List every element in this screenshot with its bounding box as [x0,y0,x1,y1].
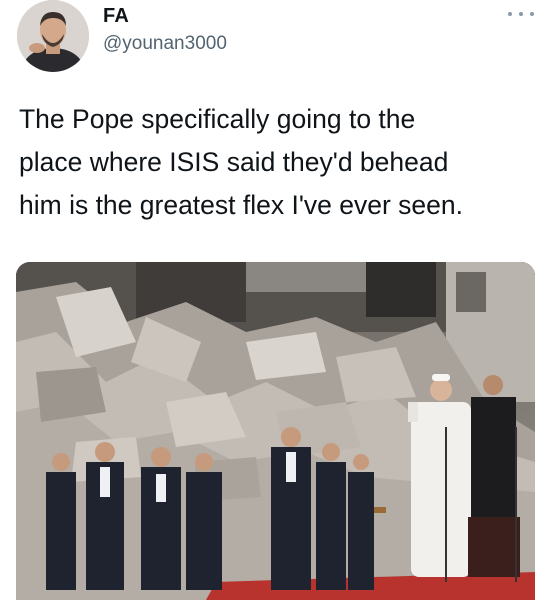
avatar-portrait-icon [17,0,89,72]
more-dot [508,12,512,16]
photo-scene-icon [16,262,535,600]
tweet-photo[interactable] [16,262,535,600]
more-dot [530,12,534,16]
tweet-text: The Pope specifically going to the place… [19,98,539,227]
tweet-text-line: place where ISIS said they'd behead [19,147,449,177]
display-name[interactable]: FA [103,5,129,28]
tweet-card: FA @younan3000 The Pope specifically goi… [0,0,551,600]
user-handle[interactable]: @younan3000 [103,33,227,55]
more-options-icon[interactable] [508,6,534,22]
tweet-text-line: The Pope specifically going to the [19,104,416,134]
more-dot [519,12,523,16]
tweet-text-line: him is the greatest flex I've ever seen. [19,190,463,220]
user-avatar[interactable] [17,0,89,72]
